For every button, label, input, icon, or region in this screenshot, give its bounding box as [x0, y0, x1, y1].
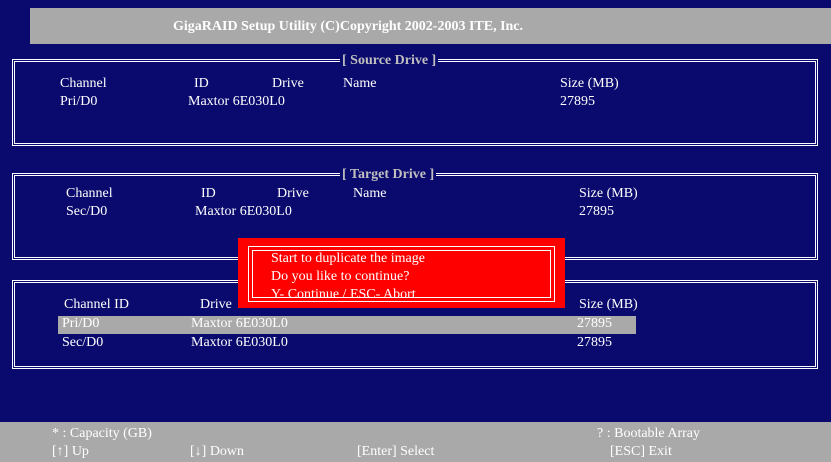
list-row-2-channel[interactable]: Sec/D0 [62, 335, 103, 351]
source-drive-title: [ Source Drive ] [340, 53, 439, 69]
list-header-channel-id: Channel ID [64, 297, 129, 312]
target-drive-title: [ Target Drive ] [340, 167, 437, 183]
help-bar: * : Capacity (GB) ? : Bootable Array [↑]… [0, 422, 831, 462]
table-row[interactable] [58, 316, 636, 334]
bootable-hint: ? : Bootable Array [597, 426, 701, 441]
dialog-line-2: Do you like to continue? [271, 269, 410, 284]
exit-key-hint: [ESC] Exit [610, 444, 672, 459]
down-key-hint: [↓] Down [190, 444, 245, 459]
source-header-id: ID [194, 76, 209, 91]
target-row-size: 27895 [579, 204, 614, 219]
list-row-2-drive: Maxtor 6E030L0 [191, 335, 288, 350]
confirm-dialog[interactable]: Start to duplicate the image Do you like… [238, 238, 565, 308]
target-row-drive: Maxtor 6E030L0 [195, 204, 292, 219]
list-row-1-channel: Pri/D0 [62, 316, 100, 331]
source-header-name: Name [343, 76, 377, 91]
target-header-channel: Channel [66, 186, 113, 201]
list-row-1-size: 27895 [577, 316, 612, 331]
source-drive-panel: [ Source Drive ] [12, 53, 818, 146]
source-header-size: Size (MB) [560, 76, 619, 91]
target-header-id: ID [201, 186, 216, 201]
app-title: GigaRAID Setup Utility (C)Copyright 2002… [173, 19, 524, 34]
list-header-size: Size (MB) [579, 297, 638, 312]
source-row-channel: Pri/D0 [60, 94, 98, 109]
source-header-drive: Drive [272, 76, 304, 91]
dialog-line-1: Start to duplicate the image [271, 251, 425, 266]
source-row-size: 27895 [560, 94, 595, 109]
list-row-2-size: 27895 [577, 335, 612, 350]
list-header-drive: Drive [200, 297, 232, 312]
source-row-drive: Maxtor 6E030L0 [188, 94, 285, 109]
dialog-line-3: Y- Continue / ESC- Abort [271, 287, 416, 302]
source-header-channel: Channel [60, 76, 107, 91]
target-row-channel: Sec/D0 [66, 204, 108, 219]
target-header-drive: Drive [277, 186, 309, 201]
select-key-hint: [Enter] Select [357, 444, 435, 459]
list-row-1-drive: Maxtor 6E030L0 [191, 316, 288, 331]
target-header-size: Size (MB) [579, 186, 638, 201]
up-key-hint: [↑] Up [52, 444, 89, 459]
capacity-hint: * : Capacity (GB) [52, 426, 152, 441]
target-header-name: Name [353, 186, 387, 201]
title-bar: GigaRAID Setup Utility (C)Copyright 2002… [30, 8, 831, 44]
